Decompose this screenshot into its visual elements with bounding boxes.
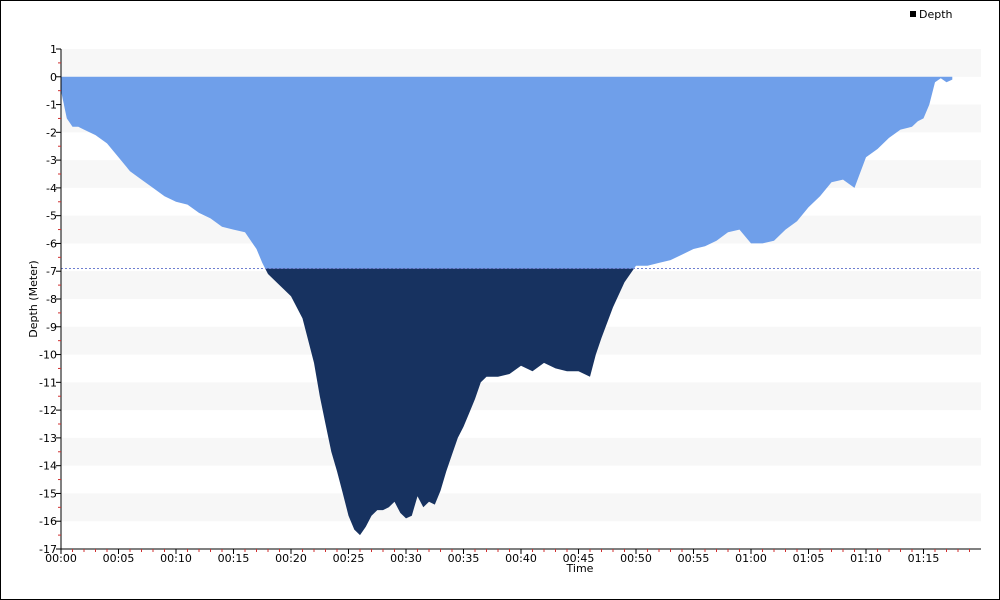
band: [61, 493, 981, 522]
x-tick-label: 00:50: [620, 552, 652, 565]
legend-label-depth: Depth: [919, 8, 953, 21]
x-tick-label: 01:05: [793, 552, 825, 565]
x-tick-label: 01:15: [908, 552, 940, 565]
x-tick-label: 00:35: [448, 552, 480, 565]
x-tick-label: 01:10: [850, 552, 882, 565]
y-tick-label: -7: [46, 265, 57, 278]
y-axis-label: Depth (Meter): [27, 260, 40, 337]
x-tick-label: 01:00: [735, 552, 767, 565]
y-tick-label: -3: [46, 154, 57, 167]
x-tick-label: 00:00: [45, 552, 77, 565]
dive-depth-chart: 1 0 -1 -2 -3 -4 -5 -6 -7 -8 -9 -10 -11 -12 -13 -14 -15 -1…: [27, 8, 981, 575]
y-tick-label: -11: [39, 376, 57, 389]
legend: Depth: [910, 8, 953, 21]
y-tick-label: -12: [39, 404, 57, 417]
legend-swatch-depth: [910, 11, 916, 17]
y-tick-label: -8: [46, 293, 57, 306]
y-tick-label: 1: [50, 43, 57, 56]
x-tick-label: 00:05: [103, 552, 135, 565]
y-tick-label: 0: [50, 71, 57, 84]
band: [61, 49, 981, 77]
x-tick-labels: 00:00 00:05 00:10 00:15 00:20 00:25 00:30 00:35…: [45, 552, 939, 565]
y-tick-label: -5: [46, 210, 57, 223]
x-tick-label: 00:10: [160, 552, 192, 565]
y-tick-label: -15: [39, 487, 57, 500]
x-tick-label: 00:20: [275, 552, 307, 565]
x-tick-label: 00:25: [333, 552, 365, 565]
y-tick-label: -4: [46, 182, 57, 195]
x-axis-label: Time: [566, 562, 594, 575]
y-tick-label: -14: [39, 460, 57, 473]
y-tick-label: -9: [46, 321, 57, 334]
y-tick-labels: 1 0 -1 -2 -3 -4 -5 -6 -7 -8 -9 -10 -11 -12 -13 -14 -15 -1…: [39, 43, 57, 556]
x-tick-label: 00:15: [218, 552, 250, 565]
band: [61, 437, 981, 466]
y-tick-label: -13: [39, 432, 57, 445]
x-tick-label: 00:30: [390, 552, 422, 565]
x-tick-label: 00:40: [505, 552, 537, 565]
y-tick-label: -2: [46, 126, 57, 139]
y-tick-label: -6: [46, 237, 57, 250]
y-tick-label: -16: [39, 515, 57, 528]
y-tick-label: -10: [39, 349, 57, 362]
band: [61, 382, 981, 411]
x-tick-label: 00:55: [678, 552, 710, 565]
y-tick-label: -1: [46, 99, 57, 112]
depth-area: [61, 76, 953, 536]
